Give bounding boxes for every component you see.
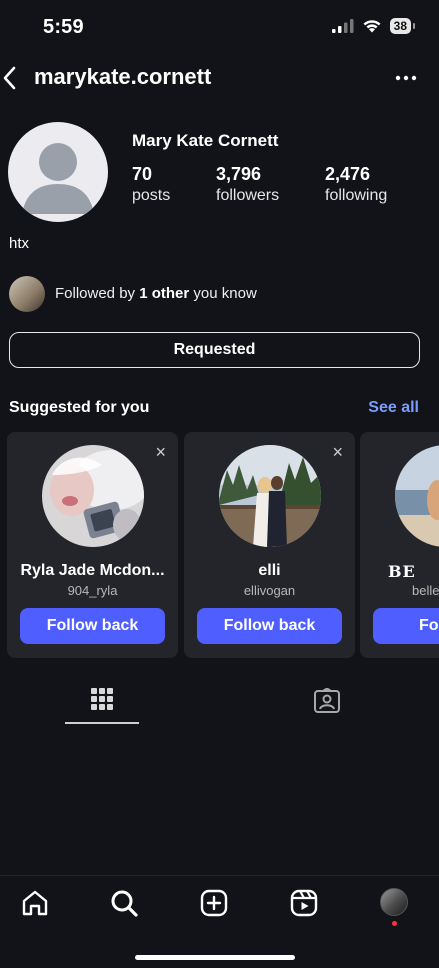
search-icon[interactable] [109,888,139,918]
more-icon[interactable] [393,66,419,90]
signal-icon [331,19,354,33]
suggestion-name: Ryla Jade Mcdon... [20,562,165,579]
home-indicator[interactable] [135,955,295,960]
follow-back-button[interactable]: Follow back [20,608,165,644]
profile-full-name: Mary Kate Cornett [132,131,279,150]
home-icon[interactable] [20,888,50,918]
photo-image [41,445,144,547]
followed-by-suffix: you know [189,285,257,302]
dismiss-icon[interactable]: × [332,442,343,463]
see-all-link[interactable]: See all [368,399,419,417]
suggestion-name: elli [258,562,281,579]
battery-icon: 38 [389,18,416,34]
follow-back-button[interactable]: Follow back [197,608,342,644]
follow-back-button[interactable]: Fo [373,608,439,644]
grid-icon[interactable] [90,686,114,712]
suggestion-handle: ellivogan [243,583,296,598]
profile-bio: htx [9,235,30,252]
photo-image [395,445,439,547]
notification-dot [392,921,397,926]
stat-followers[interactable]: 3,796 followers [216,164,279,205]
profile-nav-avatar[interactable] [380,888,408,916]
dismiss-icon[interactable]: × [155,442,166,463]
create-icon[interactable] [199,888,229,918]
followed-by-count: 1 other [139,285,190,302]
suggestion-handle: belle [412,583,439,598]
followed-by-prefix: Followed by [55,285,140,302]
active-tab-indicator [65,722,139,724]
stat-following[interactable]: 2,476 following [325,164,387,205]
default-avatar-icon [22,143,94,214]
tagged-icon[interactable] [313,688,341,714]
stat-value: 3,796 [216,164,262,184]
suggestion-handle: 904_ryla [67,583,118,598]
suggestion-avatar[interactable] [218,445,321,547]
stat-value: 2,476 [325,164,371,184]
nav-divider [0,875,439,876]
stat-posts[interactable]: 70 posts [132,164,170,205]
mutual-follower-avatar[interactable] [9,276,45,312]
suggestion-card[interactable]: × elli ellivogan Follow back [184,432,355,658]
followed-by-text[interactable]: Followed by 1 other you know [55,285,257,302]
suggestion-card-partial[interactable]: BE belle Fo [360,432,439,658]
stat-value: 70 [132,164,153,184]
photo-image [218,445,321,547]
stat-label: followers [216,187,280,204]
status-time: 5:59 [43,16,84,38]
suggestion-avatar[interactable] [395,445,439,547]
profile-username: marykate.cornett [34,64,212,89]
status-icons: 38 [331,18,416,34]
stat-label: following [325,187,388,204]
suggestion-card[interactable]: × Ryla Jade Mcdon... 904_ryla Follow bac… [7,432,178,658]
stat-label: posts [132,187,171,204]
suggestion-avatar[interactable] [41,445,144,547]
suggested-title: Suggested for you [9,399,150,416]
requested-button[interactable]: Requested [9,332,420,368]
back-chevron-icon[interactable] [0,62,28,94]
profile-avatar[interactable] [8,122,108,222]
suggestion-name: BE [388,562,416,581]
reels-icon[interactable] [289,888,319,918]
wifi-icon [363,20,381,33]
